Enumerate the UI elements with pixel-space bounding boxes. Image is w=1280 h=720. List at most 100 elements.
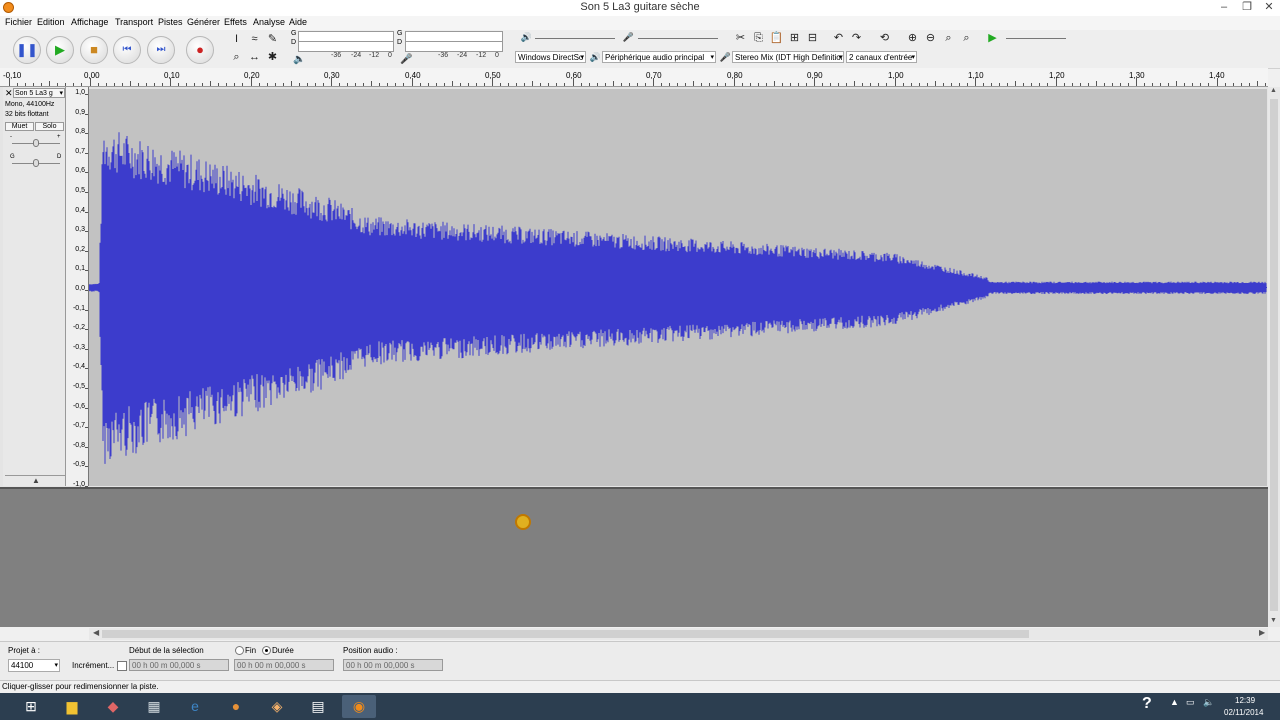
taskbar-audacity[interactable]: ◉ bbox=[342, 695, 376, 718]
vertical-scrollbar[interactable]: ▲ ▼ bbox=[1268, 87, 1280, 627]
menu-fichier[interactable]: Fichier bbox=[5, 17, 32, 27]
ruler-tick bbox=[121, 83, 123, 86]
help-icon[interactable]: ? bbox=[1142, 695, 1152, 713]
scroll-left-icon[interactable]: ◀ bbox=[93, 628, 99, 637]
menu-pistes[interactable]: Pistes bbox=[158, 17, 183, 27]
input-volume-slider[interactable] bbox=[638, 38, 718, 39]
record-meter-right[interactable] bbox=[405, 41, 503, 52]
menu-edition[interactable]: Edition bbox=[37, 17, 65, 27]
window-title: Son 5 La3 guitare sèche bbox=[580, 1, 700, 13]
menu-effets[interactable]: Effets bbox=[224, 17, 247, 27]
menu-transport[interactable]: Transport bbox=[115, 17, 153, 27]
channels-select[interactable]: 2 canaux d'entrée ▾ bbox=[846, 51, 917, 63]
chevron-down-icon: ▾ bbox=[838, 54, 842, 61]
gain-slider-thumb[interactable] bbox=[33, 139, 39, 147]
taskbar-explorer[interactable]: ▆ bbox=[55, 695, 89, 718]
minimize-button[interactable]: – bbox=[1213, 0, 1235, 16]
network-icon[interactable]: ▭ bbox=[1186, 697, 1195, 708]
fit-project-icon[interactable]: ⌕ bbox=[959, 31, 974, 46]
play-at-speed-icon[interactable]: ▶ bbox=[985, 31, 1000, 46]
skip-start-button[interactable]: ⏮ bbox=[113, 36, 141, 64]
close-track-icon[interactable]: ✕ bbox=[5, 88, 13, 99]
snap-checkbox[interactable] bbox=[117, 661, 127, 671]
paste-icon[interactable]: 📋 bbox=[769, 31, 784, 46]
selection-tool-icon[interactable]: I bbox=[229, 32, 244, 47]
play-speed-slider[interactable] bbox=[1006, 38, 1066, 39]
microphone-icon[interactable]: 🎤 bbox=[399, 52, 414, 67]
stop-button[interactable]: ■ bbox=[80, 36, 108, 64]
zoom-out-icon[interactable]: ⊖ bbox=[923, 31, 938, 46]
ruler-tick bbox=[975, 78, 976, 86]
menu-affichage[interactable]: Affichage bbox=[71, 17, 108, 27]
maximize-button[interactable]: ❐ bbox=[1236, 0, 1258, 16]
zoom-tool-icon[interactable]: ⌕ bbox=[229, 50, 244, 65]
ruler-tick bbox=[693, 81, 695, 86]
taskbar-firefox[interactable]: ● bbox=[219, 695, 253, 718]
envelope-tool-icon[interactable]: ≈ bbox=[247, 32, 262, 47]
draw-tool-icon[interactable]: ✎ bbox=[265, 32, 280, 47]
menu-analyse[interactable]: Analyse bbox=[253, 17, 285, 27]
multi-tool-icon[interactable]: ✱ bbox=[265, 50, 280, 65]
sync-lock-icon[interactable]: ⟲ bbox=[877, 31, 892, 46]
project-rate-select[interactable]: 44100 ▾ bbox=[8, 659, 60, 672]
ruler-tick bbox=[250, 78, 252, 86]
redo-icon[interactable]: ↷ bbox=[849, 31, 864, 46]
track-name-menu[interactable]: Son 5 La3 g ▾ bbox=[13, 88, 65, 98]
speaker-icon[interactable]: 🔈 bbox=[292, 52, 307, 67]
collapse-track-icon[interactable]: ▲ bbox=[5, 475, 67, 486]
empty-track-area[interactable] bbox=[0, 489, 1268, 627]
play-button[interactable]: ▶ bbox=[46, 36, 74, 64]
chevron-down-icon: ▾ bbox=[911, 54, 915, 61]
fit-selection-icon[interactable]: ⌕ bbox=[941, 31, 956, 46]
taskbar-calculator[interactable]: ▦ bbox=[137, 695, 171, 718]
mute-button[interactable]: Muet bbox=[5, 122, 34, 131]
pan-slider-thumb[interactable] bbox=[33, 159, 39, 167]
menu-generer[interactable]: Générer bbox=[187, 17, 220, 27]
ruler-tick bbox=[234, 83, 236, 86]
horizontal-scrollbar[interactable]: ◀ ▶ bbox=[89, 628, 1268, 640]
timeshift-tool-icon[interactable]: ↔ bbox=[247, 50, 262, 65]
ruler-tick bbox=[395, 83, 397, 86]
close-button[interactable]: ✕ bbox=[1258, 0, 1280, 16]
host-select[interactable]: Windows DirectSo ▾ bbox=[515, 51, 586, 63]
record-button[interactable]: ● bbox=[186, 36, 214, 64]
pause-icon: ❚❚ bbox=[16, 42, 38, 57]
output-volume-slider[interactable] bbox=[535, 38, 615, 39]
skip-end-button[interactable]: ⏭ bbox=[147, 36, 175, 64]
chevron-down-icon: ▾ bbox=[710, 54, 714, 61]
horizontal-scroll-thumb[interactable] bbox=[102, 630, 1029, 638]
vertical-scroll-thumb[interactable] bbox=[1270, 99, 1278, 611]
zoom-in-icon[interactable]: ⊕ bbox=[905, 31, 920, 46]
undo-icon[interactable]: ↶ bbox=[831, 31, 846, 46]
menu-aide[interactable]: Aide bbox=[289, 17, 307, 27]
scroll-down-icon[interactable]: ▼ bbox=[1270, 617, 1277, 624]
length-radio[interactable] bbox=[262, 646, 271, 655]
copy-icon[interactable]: ⎘ bbox=[751, 31, 766, 46]
volume-icon[interactable]: 🔈 bbox=[1203, 697, 1214, 708]
taskbar-media-app[interactable]: ◆ bbox=[96, 695, 130, 718]
playback-meter-right[interactable] bbox=[298, 41, 394, 52]
taskbar-app[interactable]: ◈ bbox=[260, 695, 294, 718]
tray-arrow-icon[interactable]: ▲ bbox=[1170, 697, 1179, 707]
timeline-ruler[interactable]: -0,10 0,00 0,10 0,20 0,30 0,40 0,50 0,60… bbox=[0, 68, 1268, 87]
ruler-tick bbox=[709, 83, 711, 86]
cut-icon[interactable]: ✂ bbox=[733, 31, 748, 46]
end-radio[interactable] bbox=[235, 646, 244, 655]
pause-button[interactable]: ❚❚ bbox=[13, 36, 41, 64]
taskbar-document[interactable]: ▤ bbox=[301, 695, 335, 718]
waveform[interactable] bbox=[89, 89, 1267, 486]
solo-button[interactable]: Solo bbox=[35, 122, 64, 131]
scroll-right-icon[interactable]: ▶ bbox=[1259, 628, 1265, 637]
ruler-tick bbox=[596, 83, 598, 86]
selection-end-field[interactable]: 00 h 00 m 00,000 s bbox=[234, 659, 334, 671]
start-button[interactable]: ⊞ bbox=[14, 695, 48, 718]
ruler-tick bbox=[105, 83, 107, 86]
audio-position-field[interactable]: 00 h 00 m 00,000 s bbox=[343, 659, 443, 671]
scroll-up-icon[interactable]: ▲ bbox=[1270, 87, 1277, 94]
selection-start-field[interactable]: 00 h 00 m 00,000 s bbox=[129, 659, 229, 671]
output-device-select[interactable]: Périphérique audio principal ▾ bbox=[602, 51, 716, 63]
trim-icon[interactable]: ⊞ bbox=[787, 31, 802, 46]
input-device-select[interactable]: Stereo Mix (IDT High Definition ▾ bbox=[732, 51, 844, 63]
taskbar-internet-explorer[interactable]: e bbox=[178, 695, 212, 718]
silence-icon[interactable]: ⊟ bbox=[805, 31, 820, 46]
